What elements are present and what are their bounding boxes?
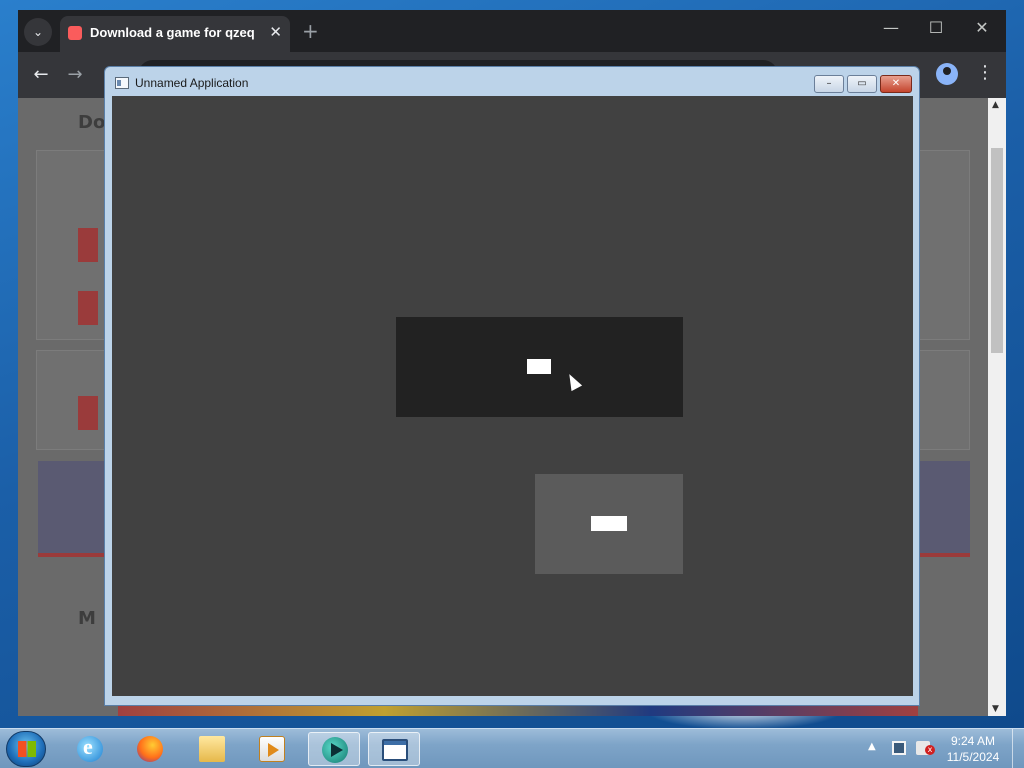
back-button[interactable]: ← <box>30 64 52 86</box>
internet-explorer-icon <box>77 734 103 762</box>
app-window-icon[interactable] <box>115 77 129 89</box>
volume-muted-icon[interactable] <box>916 741 935 755</box>
forward-button[interactable]: → <box>64 64 86 86</box>
start-button[interactable] <box>6 731 46 767</box>
network-icon[interactable] <box>892 741 906 755</box>
download-button-fragment[interactable] <box>78 291 98 325</box>
media-player-icon <box>259 736 285 762</box>
scroll-up-arrow-icon[interactable]: ▲ <box>992 100 999 110</box>
firefox-icon <box>137 736 163 762</box>
app-close-button[interactable]: ✕ <box>880 75 912 93</box>
white-rectangle[interactable] <box>591 516 627 531</box>
taskbar-firefox[interactable] <box>124 732 176 766</box>
taskbar-unnamed-application[interactable] <box>368 732 420 766</box>
show-hidden-icons-button[interactable]: ▲ <box>868 741 876 752</box>
taskbar-game-app[interactable] <box>308 732 360 766</box>
taskbar: ▲ 9:24 AM 11/5/2024 <box>0 728 1024 768</box>
page-heading-fragment: Do <box>78 112 106 133</box>
application-window-icon <box>382 739 408 761</box>
taskbar-media-player[interactable] <box>246 732 298 766</box>
windows-logo-icon <box>18 741 36 757</box>
scroll-down-arrow-icon[interactable]: ▼ <box>992 704 999 714</box>
download-button-fragment[interactable] <box>78 228 98 262</box>
tab-search-button[interactable]: ⌄ <box>24 18 52 46</box>
browser-close-button[interactable]: ✕ <box>967 18 997 37</box>
gray-panel[interactable] <box>535 474 683 574</box>
browser-maximize-button[interactable]: ☐ <box>921 18 951 37</box>
white-rectangle[interactable] <box>527 359 551 374</box>
tab-close-icon[interactable]: ✕ <box>269 23 282 41</box>
browser-menu-button[interactable]: ⋮ <box>976 62 994 83</box>
unnamed-application-window: Unnamed Application – ▭ ✕ <box>104 66 920 706</box>
folder-icon <box>199 736 225 762</box>
taskbar-internet-explorer[interactable] <box>64 732 116 766</box>
app-title-bar[interactable]: Unnamed Application – ▭ ✕ <box>105 67 919 97</box>
support-button-fragment[interactable] <box>78 396 98 430</box>
app-minimize-button[interactable]: – <box>814 75 844 93</box>
app-restore-button[interactable]: ▭ <box>847 75 877 93</box>
taskbar-file-explorer[interactable] <box>186 732 238 766</box>
page-scrollbar[interactable]: ▲ ▼ <box>988 98 1006 716</box>
browser-minimize-button[interactable]: — <box>876 18 906 37</box>
profile-avatar-icon[interactable] <box>936 63 958 85</box>
clock-time: 9:24 AM <box>950 734 996 748</box>
system-clock[interactable]: 9:24 AM 11/5/2024 <box>938 733 1008 765</box>
new-tab-button[interactable]: + <box>302 20 319 42</box>
clock-date: 11/5/2024 <box>946 750 1000 764</box>
dark-panel[interactable] <box>396 317 683 417</box>
tab-strip: ⌄ Download a game for qzeq by ✕ + — ☐ ✕ <box>18 10 1006 52</box>
scrollbar-thumb[interactable] <box>991 148 1003 353</box>
show-desktop-button[interactable] <box>1012 729 1024 768</box>
app-title: Unnamed Application <box>135 76 249 90</box>
game-app-icon <box>322 737 348 763</box>
tab-title: Download a game for qzeq by <box>90 25 255 40</box>
section-heading-fragment: M <box>78 608 96 629</box>
app-client-area[interactable] <box>112 96 913 696</box>
itch-favicon-icon <box>68 26 82 40</box>
tab-itch-download[interactable]: Download a game for qzeq by ✕ <box>60 16 290 52</box>
